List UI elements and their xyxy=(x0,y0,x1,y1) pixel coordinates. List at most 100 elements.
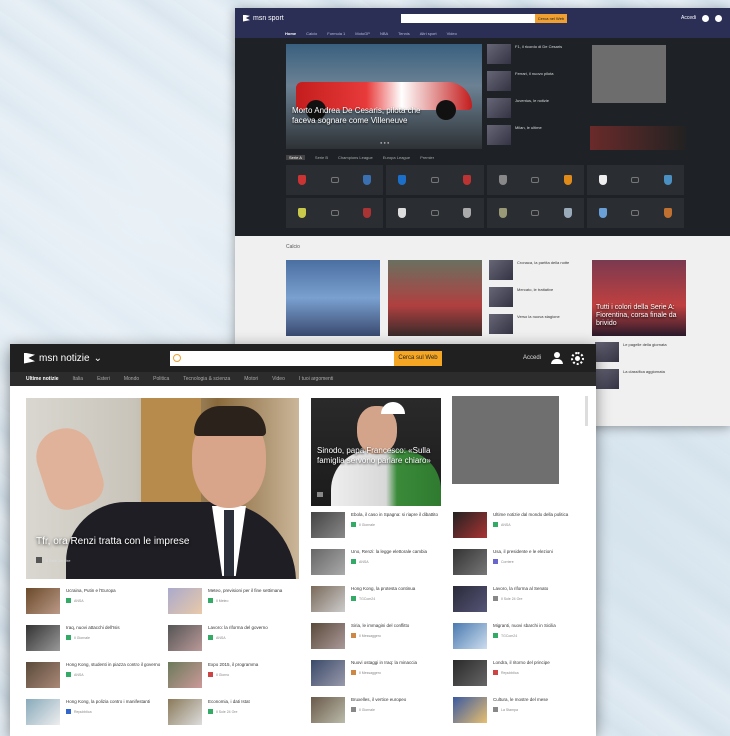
scrollbar[interactable] xyxy=(585,396,588,426)
sports-nav-item[interactable]: NBA xyxy=(380,31,388,36)
list-item[interactable]: Milan, le ultime xyxy=(487,125,583,152)
user-icon[interactable] xyxy=(551,352,563,364)
league-tab[interactable]: Europa League xyxy=(383,155,410,160)
list-item[interactable]: Bruxelles, il vertice europeo Il Giornale xyxy=(311,697,451,734)
match-card[interactable] xyxy=(386,198,484,228)
news-secondary-card[interactable]: Sinodo, papa Francesco: «Sulla famiglia … xyxy=(311,398,441,506)
thumbnail xyxy=(311,586,345,612)
gear-icon[interactable] xyxy=(715,14,722,22)
match-card[interactable] xyxy=(486,165,584,195)
match-card[interactable] xyxy=(486,198,584,228)
news-search-input[interactable] xyxy=(181,351,394,365)
sports-header: msn sport Cerca nel Web Accedi xyxy=(235,8,730,28)
league-tab[interactable]: Premier xyxy=(420,155,434,160)
match-card[interactable] xyxy=(586,165,684,195)
sports-logo[interactable]: msn sport xyxy=(243,14,333,22)
promo-banner[interactable] xyxy=(590,126,686,150)
list-item[interactable]: Ultime notizie dal mondo della politica A… xyxy=(453,512,593,549)
list-item[interactable]: Londra, il ritorno del principe Repubblic… xyxy=(453,660,593,697)
list-item[interactable]: Cronaca, la partita della notte xyxy=(489,260,581,287)
list-item[interactable]: Mercato, le trattative xyxy=(489,287,581,314)
thumbnail xyxy=(453,623,487,649)
sports-nav-item[interactable]: Video xyxy=(447,31,457,36)
list-item-title: Verso la nuova stagione xyxy=(517,314,560,319)
source-logo-icon xyxy=(208,672,213,677)
news-nav-item[interactable]: Esteri xyxy=(97,376,110,382)
list-item[interactable]: Hong Kong, studenti in piazza contro il … xyxy=(26,662,166,699)
sports-nav-item[interactable]: Tennis xyxy=(398,31,410,36)
list-item[interactable]: Verso la nuova stagione xyxy=(489,314,581,341)
list-item[interactable]: Lavoro, la riforma al Senato Il Sole 24 O… xyxy=(453,586,593,623)
sports-nav-item[interactable]: MotoGP xyxy=(355,31,370,36)
list-item[interactable]: Uno, Renzi: la legge elettorale cambia AN… xyxy=(311,549,451,586)
news-signin-link[interactable]: Accedi xyxy=(523,355,541,361)
team-crest-icon xyxy=(463,208,472,218)
carousel-dots[interactable]: ● ● ● xyxy=(380,140,389,145)
sports-signin-link[interactable]: Accedi xyxy=(681,15,696,21)
sports-search-input[interactable]: Cerca nel Web xyxy=(401,13,567,23)
team-crest-icon xyxy=(398,208,407,218)
list-item-source: ANSA xyxy=(66,598,166,603)
list-item[interactable]: Juventus, le notizie xyxy=(487,98,583,125)
ad-placeholder[interactable] xyxy=(592,45,666,103)
sports-nav: Home Calcio Formula 1 MotoGP NBA Tennis … xyxy=(235,28,730,38)
list-item[interactable]: Ferrari, il nuovo pilota xyxy=(487,71,583,98)
sports-side-list: F1, il ricordo di De Cesaris Ferrari, il… xyxy=(487,44,583,152)
ad-placeholder[interactable] xyxy=(452,396,559,484)
team-crest-icon xyxy=(363,208,372,218)
list-item[interactable]: Usa, il presidente e le elezioni Corriere xyxy=(453,549,593,586)
news-photo-card[interactable] xyxy=(286,260,380,336)
sports-nav-item[interactable]: Calcio xyxy=(306,31,317,36)
list-item[interactable]: Iraq, nuovi attacchi dell'Isis Il Giornal… xyxy=(26,625,166,662)
list-item[interactable]: Le pagelle della giornata xyxy=(595,342,691,369)
list-item[interactable]: Economia, i dati Istat Il Sole 24 Ore xyxy=(168,699,308,736)
gear-icon[interactable] xyxy=(571,351,584,365)
list-item[interactable]: Meteo, previsioni per il fine settimana I… xyxy=(168,588,308,625)
sports-nav-item[interactable]: Altri sport xyxy=(420,31,437,36)
match-card[interactable] xyxy=(586,198,684,228)
sports-hero-card[interactable]: Morto Andrea De Cesaris, pilota che face… xyxy=(286,44,482,149)
list-item[interactable]: Nuovi ostaggi in Iraq: la minaccia Il Mes… xyxy=(311,660,451,697)
source-name: Repubblica xyxy=(74,709,92,714)
list-item[interactable]: Cultura, le mostre del mese La Stampa xyxy=(453,697,593,734)
sports-nav-item[interactable]: Home xyxy=(285,31,296,36)
list-item-title: Ebola, il caso in Spagna: si riapre il d… xyxy=(351,512,439,517)
list-item[interactable]: Hong Kong, la polizia contro i manifesta… xyxy=(26,699,166,736)
list-item[interactable]: Ebola, il caso in Spagna: si riapre il d… xyxy=(311,512,451,549)
match-card[interactable] xyxy=(286,198,384,228)
league-tab[interactable]: Serie B xyxy=(315,155,328,160)
news-nav-item[interactable]: Tecnologia & scienza xyxy=(183,376,230,382)
news-nav-item[interactable]: I tuoi argomenti xyxy=(299,376,333,382)
news-nav-item[interactable]: Italia xyxy=(73,376,84,382)
news-nav-item[interactable]: Motori xyxy=(244,376,258,382)
list-item[interactable]: Siria, le immagini del conflitto Il Messa… xyxy=(311,623,451,660)
source-logo-icon xyxy=(493,633,498,638)
list-item[interactable]: Migranti, nuovi sbarchi in Sicilia TGCom2… xyxy=(453,623,593,660)
league-tab[interactable]: Champions League xyxy=(338,155,373,160)
thumbnail xyxy=(489,314,513,334)
news-hero-card[interactable]: Tfr, ora Renzi tratta con le imprese Il … xyxy=(26,398,299,579)
news-search-button[interactable]: Cerca sul Web xyxy=(394,350,442,366)
match-card[interactable] xyxy=(286,165,384,195)
news-nav-item[interactable]: Mondo xyxy=(124,376,139,382)
news-photo-card[interactable] xyxy=(388,260,482,336)
list-item[interactable]: Ucraina, Putin e l'Europa ANSA xyxy=(26,588,166,625)
news-nav-item[interactable]: Ultime notizie xyxy=(26,376,59,382)
league-tab[interactable]: Serie A xyxy=(286,155,305,160)
user-icon[interactable] xyxy=(702,14,709,22)
list-item[interactable]: Hong Kong, la protesta continua TGCom24 xyxy=(311,586,451,623)
list-item[interactable]: Expo 2015, il programma Il Giorno xyxy=(168,662,308,699)
list-item[interactable]: Lavoro: la riforma del governo ANSA xyxy=(168,625,308,662)
match-card[interactable] xyxy=(386,165,484,195)
news-hero-caption: Tfr, ora Renzi tratta con le imprese xyxy=(36,536,190,547)
news-nav-item[interactable]: Politica xyxy=(153,376,169,382)
list-item[interactable]: F1, il ricordo di De Cesaris xyxy=(487,44,583,71)
news-list-column: Ucraina, Putin e l'Europa ANSA Iraq, nuov… xyxy=(26,588,166,736)
vs-icon xyxy=(631,210,640,216)
list-item[interactable]: La classifica aggiornata xyxy=(595,369,691,396)
news-nav-item[interactable]: Video xyxy=(272,376,285,382)
news-logo[interactable]: msn notizie ⌄ xyxy=(24,352,170,364)
news-photo-card[interactable]: Tutti i colori della Serie A: Fiorentina… xyxy=(592,260,686,336)
sports-search-button[interactable]: Cerca nel Web xyxy=(535,13,567,23)
sports-nav-item[interactable]: Formula 1 xyxy=(327,31,345,36)
